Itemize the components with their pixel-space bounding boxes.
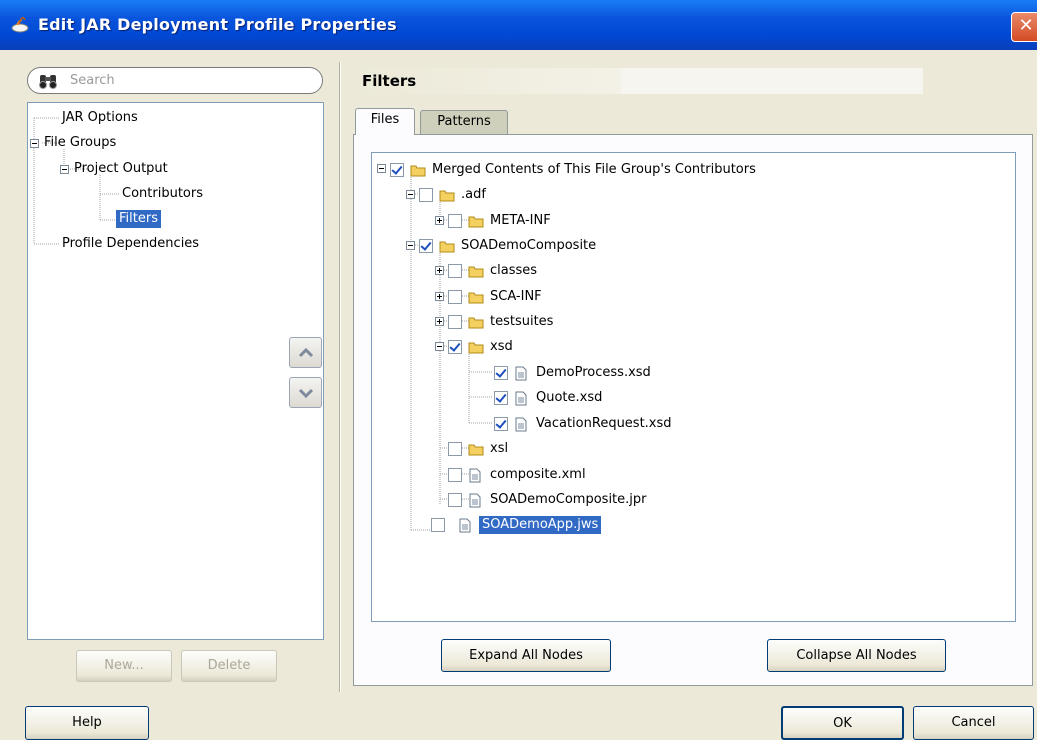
tree-checkbox[interactable] [448,468,462,482]
tree-label: composite.xml [490,467,586,482]
tree-checkbox[interactable] [431,518,445,532]
nav-item-profile-dependencies[interactable]: Profile Dependencies [62,235,199,253]
folder-icon [410,165,426,177]
tree-row[interactable]: composite.xml [372,466,1012,486]
tree-label: classes [490,263,538,278]
tree-checkbox[interactable] [448,214,462,228]
tab-patterns[interactable]: Patterns [420,110,508,135]
tree-label: VacationRequest.xsd [536,416,672,431]
tree-row[interactable]: SOADemoApp.jws [372,516,1012,536]
tree-label: META-INF [490,213,551,228]
folder-icon [468,444,484,456]
folder-icon [468,317,484,329]
tree-row[interactable]: Merged Contents of This File Group's Con… [372,161,1012,181]
tree-label: Merged Contents of This File Group's Con… [432,162,756,177]
tree-label: SOADemoComposite.jpr [490,492,647,507]
nav-item-file-groups[interactable]: File Groups [44,134,116,152]
new-button[interactable]: New... [76,650,172,682]
file-icon [469,493,481,508]
move-down-button[interactable] [289,377,322,408]
tree-label: .adf [461,187,486,202]
tree-row[interactable]: Quote.xsd [372,389,1012,409]
tree-checkbox[interactable] [419,239,433,253]
search-input[interactable] [68,71,308,90]
tree-label: DemoProcess.xsd [536,365,651,380]
tree-row[interactable]: SCA-INF [372,288,1012,308]
tree-checkbox[interactable] [448,290,462,304]
folder-icon [468,292,484,304]
tree-checkbox[interactable] [448,315,462,329]
chevron-down-icon [298,388,314,399]
file-icon [515,391,527,406]
header-highlight [621,68,923,94]
file-icon [515,417,527,432]
chevron-up-icon [298,347,314,358]
tree-row[interactable]: testsuites [372,313,1012,333]
ok-button[interactable]: OK [781,706,904,740]
tree-checkbox[interactable] [448,264,462,278]
delete-button[interactable]: Delete [181,650,277,682]
tree-label: Quote.xsd [536,390,603,405]
tree-label: SOADemoComposite [461,238,597,253]
tree-row[interactable]: SOADemoComposite.jpr [372,491,1012,511]
nav-item-filters[interactable]: Filters [116,210,161,228]
nav-item-contributors[interactable]: Contributors [122,185,203,203]
help-button[interactable]: Help [25,706,149,740]
tree-row[interactable]: .adf [372,186,1012,206]
panel-splitter[interactable] [339,62,341,692]
tree-row[interactable]: SOADemoComposite [372,237,1012,257]
tree-row[interactable]: VacationRequest.xsd [372,415,1012,435]
nav-item-project-output[interactable]: Project Output [74,160,168,178]
binoculars-icon [39,75,57,89]
tree-checkbox[interactable] [448,493,462,507]
tree-row[interactable]: DemoProcess.xsd [372,364,1012,384]
tree-label: xsl [490,441,509,456]
move-up-button[interactable] [289,337,322,368]
section-header: Filters [353,68,923,94]
folder-icon [439,190,455,202]
folder-icon [468,266,484,278]
file-icon [469,468,481,483]
expand-all-nodes-button[interactable]: Expand All Nodes [441,639,611,672]
expand-toggle-file-groups[interactable] [30,139,39,148]
tree-row[interactable]: xsd [372,338,1012,358]
window-title: Edit JAR Deployment Profile Properties [38,15,397,34]
tree-checkbox[interactable] [419,188,433,202]
collapse-all-nodes-button[interactable]: Collapse All Nodes [767,639,946,672]
title-bar[interactable]: Edit JAR Deployment Profile Properties ✕ [0,0,1037,50]
tree-label: SCA-INF [490,289,542,304]
tree-row[interactable]: classes [372,262,1012,282]
search-box[interactable] [27,67,323,94]
tree-checkbox[interactable] [494,417,508,431]
app-icon [11,17,29,33]
nav-item-jar-options[interactable]: JAR Options [62,109,138,127]
folder-icon [468,342,484,354]
expand-toggle-project-output[interactable] [60,165,69,174]
tree-label: xsd [490,339,513,354]
close-icon: ✕ [1018,15,1034,36]
tab-files[interactable]: Files [355,108,415,135]
file-tree[interactable]: Merged Contents of This File Group's Con… [371,152,1016,622]
tree-checkbox[interactable] [494,391,508,405]
close-button[interactable]: ✕ [1011,12,1037,42]
tree-checkbox[interactable] [448,442,462,456]
folder-icon [468,216,484,228]
page-title: Filters [362,72,417,90]
tree-checkbox[interactable] [494,366,508,380]
file-icon [459,518,471,533]
tree-label: SOADemoApp.jws [479,516,602,534]
tree-checkbox[interactable] [390,163,404,177]
file-icon [515,366,527,381]
tree-row[interactable]: META-INF [372,212,1012,232]
folder-icon [439,241,455,253]
navigation-tree[interactable]: JAR Options File Groups Project Output C… [27,102,324,640]
tree-row[interactable]: xsl [372,440,1012,460]
tree-label: testsuites [490,314,554,329]
tree-checkbox[interactable] [448,340,462,354]
cancel-button[interactable]: Cancel [913,706,1034,740]
